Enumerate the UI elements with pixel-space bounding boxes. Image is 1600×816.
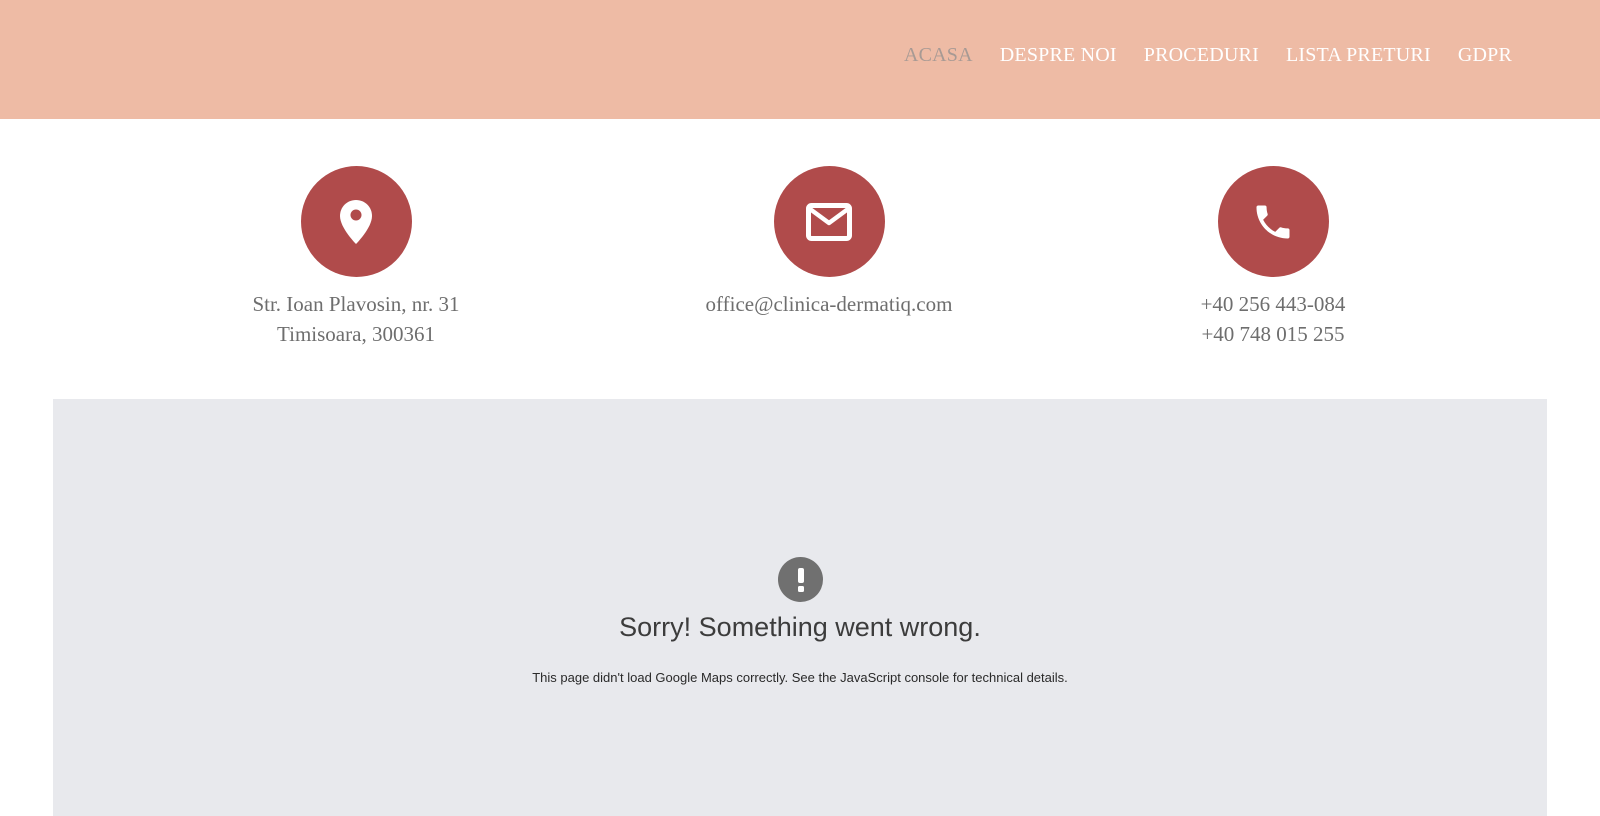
site-header: ACASA DESPRE NOI PROCEDURI LISTA PRETURI…: [0, 0, 1600, 119]
phone-number-1[interactable]: +40 256 443-084: [1093, 289, 1453, 319]
email-address[interactable]: office@clinica-dermatiq.com: [649, 289, 1009, 319]
exclamation-icon: [778, 557, 823, 602]
google-map-embed[interactable]: Sorry! Something went wrong. This page d…: [53, 399, 1547, 816]
address-line-1: Str. Ioan Plavosin, nr. 31: [252, 292, 460, 316]
nav-item-gdpr[interactable]: GDPR: [1458, 41, 1512, 69]
nav-item-lista-preturi[interactable]: LISTA PRETURI: [1286, 41, 1431, 69]
envelope-icon: [773, 166, 885, 277]
nav-item-acasa[interactable]: ACASA: [904, 41, 973, 69]
address-line-2: Timisoara, 300361: [277, 322, 435, 346]
contact-email: office@clinica-dermatiq.com: [649, 166, 1009, 319]
phone-icon: [1217, 166, 1329, 277]
contact-phone: +40 256 443-084 +40 748 015 255: [1093, 166, 1453, 349]
nav-item-despre-noi[interactable]: DESPRE NOI: [1000, 41, 1117, 69]
map-error-title: Sorry! Something went wrong.: [619, 612, 981, 642]
location-pin-icon: [300, 166, 412, 277]
phone-number-2[interactable]: +40 748 015 255: [1093, 319, 1453, 349]
nav-item-proceduri[interactable]: PROCEDURI: [1144, 41, 1259, 69]
map-error-message: This page didn't load Google Maps correc…: [532, 670, 1068, 685]
main-nav: ACASA DESPRE NOI PROCEDURI LISTA PRETURI…: [877, 41, 1512, 69]
contact-address: Str. Ioan Plavosin, nr. 31 Timisoara, 30…: [176, 166, 536, 349]
